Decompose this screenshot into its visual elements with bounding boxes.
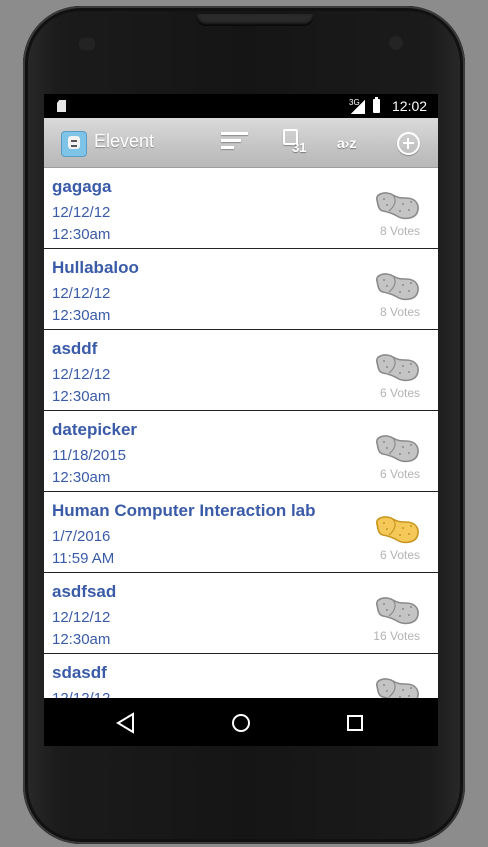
battery-icon (373, 97, 380, 113)
az-sort-label: a›z (337, 135, 357, 151)
vote-count: 8 Votes (379, 305, 420, 319)
event-row[interactable]: asddf 12/12/12 12:30am 6 Votes (44, 330, 438, 411)
app-title: Elevent (94, 131, 155, 151)
event-date: 12/12/12 (52, 609, 111, 626)
calendar-icon[interactable]: 31 (278, 126, 312, 160)
earpiece-speaker (196, 14, 314, 26)
event-date: 12/12/12 (52, 366, 111, 383)
event-date: 12/12/12 (52, 204, 111, 221)
status-bar: 3G 12:02 (44, 94, 438, 118)
event-row[interactable]: sdasdf 12/12/12 (44, 654, 438, 698)
event-list[interactable]: gagaga 12/12/12 12:30am 8 Votes Hullabaloo 12… (44, 168, 438, 698)
vote-count: 6 Votes (379, 467, 420, 481)
status-clock: 12:02 (392, 98, 428, 114)
potato-vote-icon[interactable] (373, 352, 421, 382)
navigation-bar (44, 698, 438, 746)
event-date: 1/7/2016 (52, 528, 111, 545)
action-bar: Elevent 31 a›z (44, 118, 438, 168)
event-name: sdasdf (52, 663, 107, 682)
potato-vote-icon[interactable] (373, 433, 421, 463)
event-row[interactable]: Human Computer Interaction lab 1/7/2016 11… (44, 492, 438, 573)
add-icon[interactable] (391, 126, 425, 160)
sensor-icon (69, 38, 105, 50)
app-logo-icon[interactable] (61, 131, 87, 157)
event-time: 12:30am (52, 631, 111, 648)
potato-vote-icon[interactable] (373, 595, 421, 625)
event-row[interactable]: datepicker 11/18/2015 12:30am 6 Votes (44, 411, 438, 492)
back-icon[interactable] (111, 708, 141, 738)
event-date: 12/12/12 (52, 690, 110, 698)
vote-count: 6 Votes (379, 548, 420, 562)
vote-count: 8 Votes (379, 224, 420, 238)
event-row[interactable]: Hullabaloo 12/12/12 12:30am 8 Votes (44, 249, 438, 330)
event-time: 12:30am (52, 226, 111, 243)
sd-card-icon (57, 100, 66, 112)
event-time: 12:30am (52, 388, 111, 405)
potato-vote-icon[interactable] (373, 676, 421, 698)
event-time: 11:59 AM (52, 550, 115, 567)
signal-icon (351, 100, 365, 114)
event-name: gagaga (52, 177, 112, 196)
vote-count: 6 Votes (379, 386, 420, 400)
screen: 3G 12:02 Elevent 31 a›z gagaga 12/12/12 12… (44, 94, 438, 746)
front-camera-icon (389, 36, 403, 50)
event-name: asddf (52, 339, 98, 358)
event-row[interactable]: gagaga 12/12/12 12:30am 8 Votes (44, 168, 438, 249)
recents-icon[interactable] (340, 708, 370, 738)
event-name: datepicker (52, 420, 138, 439)
event-date: 12/12/12 (52, 285, 111, 302)
potato-vote-icon[interactable] (373, 514, 421, 544)
potato-vote-icon[interactable] (373, 271, 421, 301)
event-row[interactable]: asdfsad 12/12/12 12:30am 16 Votes (44, 573, 438, 654)
az-sort-icon[interactable]: a›z (333, 126, 367, 160)
event-name: Hullabaloo (52, 258, 139, 277)
event-time: 12:30am (52, 469, 111, 486)
potato-vote-icon[interactable] (373, 190, 421, 220)
event-time: 12:30am (52, 307, 111, 324)
event-name: Human Computer Interaction lab (52, 501, 316, 520)
vote-count: 16 Votes (373, 629, 420, 643)
event-date: 11/18/2015 (52, 447, 126, 464)
event-name: asdfsad (52, 582, 117, 601)
calendar-day-label: 31 (292, 140, 307, 155)
home-icon[interactable] (226, 708, 256, 738)
sort-icon[interactable] (218, 126, 252, 160)
